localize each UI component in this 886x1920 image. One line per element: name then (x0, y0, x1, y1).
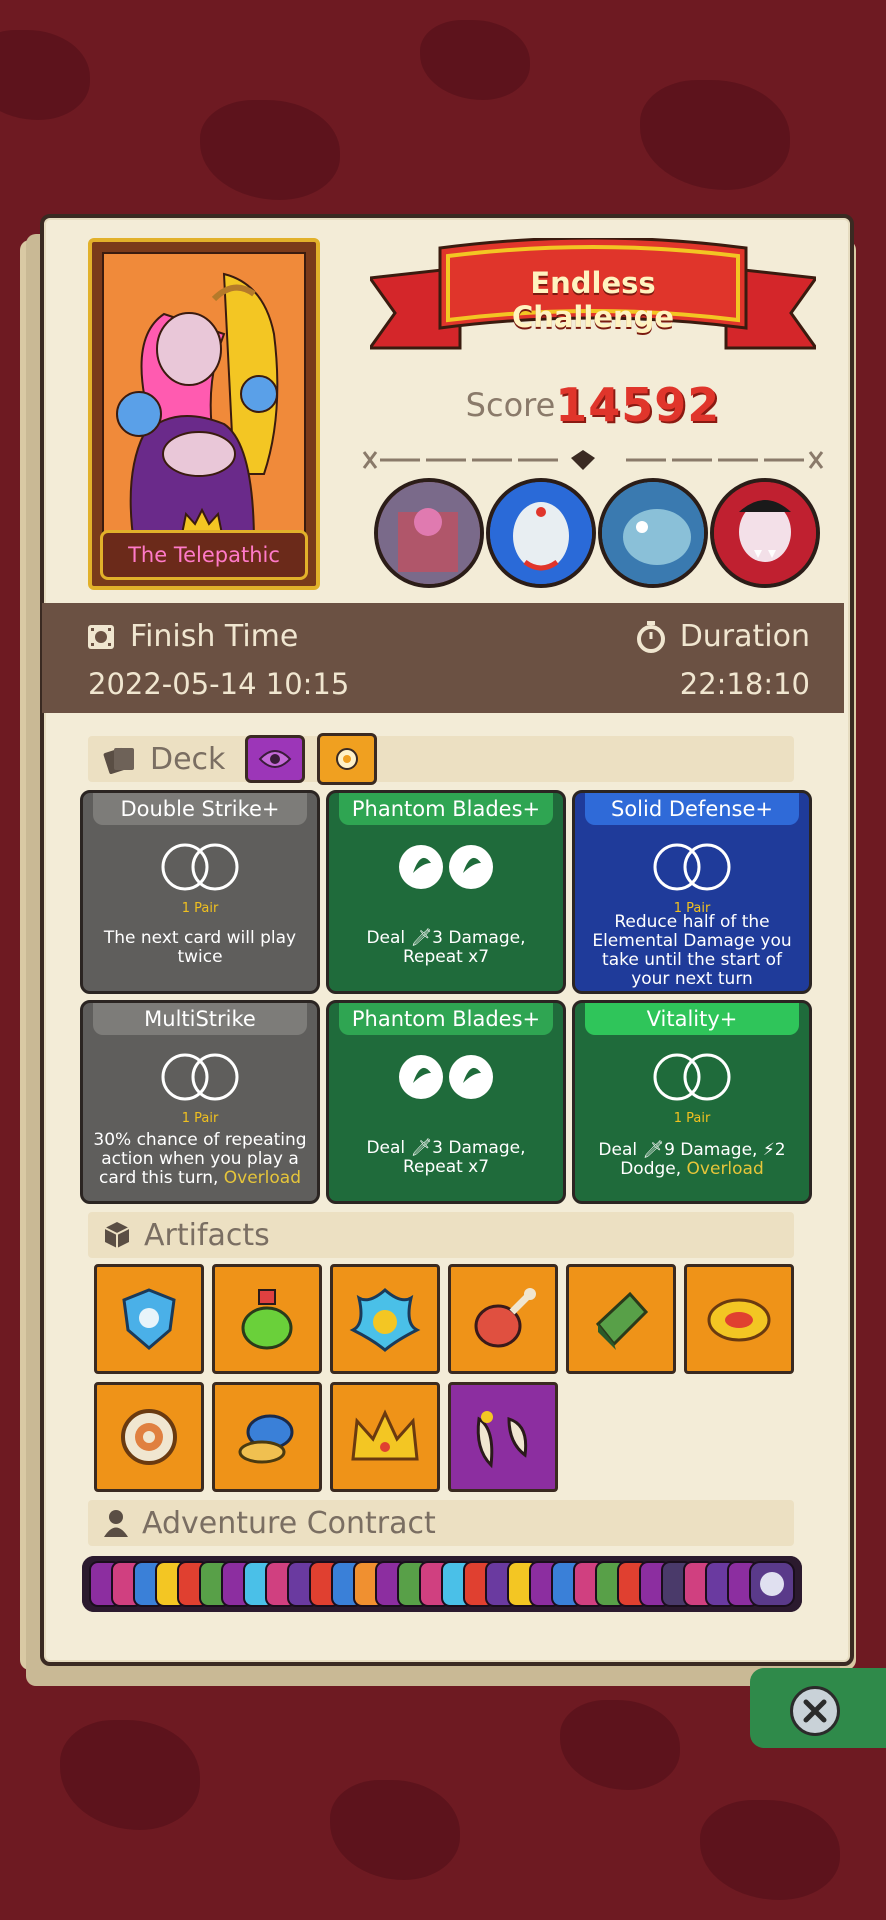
finish-info-band: Finish Time 2022-05-14 10:15 Duration 22… (42, 603, 844, 713)
card-title: Phantom Blades+ (339, 1003, 553, 1035)
card-energy-rings (83, 1051, 317, 1103)
duration-value: 22:18:10 (679, 667, 810, 701)
close-button[interactable] (790, 1686, 840, 1736)
card-description: The next card will play twice (103, 928, 297, 967)
card-description-block: 30% chance of repeating action when you … (89, 1131, 311, 1188)
stopwatch-icon (636, 620, 665, 653)
background-pattern (640, 80, 790, 190)
ring-icon (121, 1409, 177, 1465)
blue-mushroom-icon (238, 1414, 294, 1464)
deck-section-header: Deck (88, 733, 794, 785)
card-title: Phantom Blades+ (339, 793, 553, 825)
boss-portrait-4[interactable] (710, 478, 820, 588)
deck-card[interactable]: MultiStrike 1 Pair 30% chance of repeati… (80, 1000, 320, 1204)
duration-label-group: Duration (636, 619, 810, 654)
artifact-golden-wreath[interactable] (684, 1264, 794, 1374)
eye-glyph-icon (259, 750, 292, 768)
card-title: MultiStrike (93, 1003, 307, 1035)
card-title: Vitality+ (585, 1003, 799, 1035)
artifact-claws[interactable] (448, 1382, 558, 1492)
contract-label: Adventure Contract (142, 1505, 436, 1541)
card-description: Deal 🗡3 Damage, Repeat x7 (366, 1138, 526, 1177)
artifacts-section-header: Artifacts (88, 1212, 794, 1258)
green-brick-icon (595, 1291, 649, 1350)
artifact-flame-crest[interactable] (330, 1264, 440, 1374)
contract-section-header: Adventure Contract (88, 1500, 794, 1546)
card-pair: 1 Pair (181, 901, 219, 916)
background-pattern (700, 1800, 840, 1900)
score-value: 14592 (555, 378, 721, 432)
cube-icon (104, 1222, 130, 1248)
person-icon (104, 1510, 128, 1537)
claws-icon (476, 1411, 528, 1469)
card-energy-rings (329, 1051, 563, 1103)
artifact-mushroom[interactable] (212, 1382, 322, 1492)
boss-portrait-3[interactable] (598, 478, 708, 588)
background-pattern (200, 100, 340, 200)
golden-wreath-icon (707, 1298, 771, 1342)
boss-portrait-1[interactable] (374, 478, 484, 588)
contract-badge-strip[interactable] (82, 1556, 802, 1612)
artifact-potion[interactable] (212, 1264, 322, 1374)
deck-card[interactable]: Phantom Blades+ Deal 🗡3 Damage, Repeat x… (326, 1000, 566, 1204)
duration-label: Duration (679, 619, 810, 654)
deck-filter-purple-button[interactable] (245, 735, 306, 783)
boss-divider (362, 450, 824, 470)
finish-time-label-group: Finish Time (86, 619, 298, 654)
deck-card[interactable]: Solid Defense+ 1 Pair Reduce half of the… (572, 790, 812, 994)
artifact-ring[interactable] (94, 1382, 204, 1492)
card-energy-rings (575, 1051, 809, 1103)
card-energy-rings (329, 841, 563, 893)
film-icon (88, 624, 114, 649)
background-pattern (420, 20, 530, 100)
deck-card[interactable]: Vitality+ 1 Pair Deal 🗡9 Damage, ⚡2 Dodg… (572, 1000, 812, 1204)
blue-shield-icon (122, 1288, 176, 1350)
deck-card[interactable]: Double Strike+ 1 Pair The next card will… (80, 790, 320, 994)
character-name: The Telepathic (100, 530, 308, 580)
card-keyword: Overload (686, 1159, 764, 1179)
contract-badges (82, 1556, 802, 1612)
character-portrait: The Telepathic (88, 238, 320, 590)
card-description: Deal 🗡3 Damage, Repeat x7 (366, 928, 526, 967)
background-pattern (60, 1720, 200, 1830)
card-description-block: Deal 🗡9 Damage, ⚡2 Dodge, Overload (581, 1141, 803, 1179)
challenge-title: Endless Challenge (511, 266, 675, 334)
artifact-green-brick[interactable] (566, 1264, 676, 1374)
crown-icon (351, 1409, 419, 1461)
sun-swirl-icon (336, 748, 359, 770)
card-pair: 1 Pair (673, 1111, 711, 1126)
card-keyword: Overload (223, 1168, 302, 1188)
artifacts-label: Artifacts (144, 1217, 270, 1253)
deck-filter-orange-button[interactable] (317, 733, 378, 785)
green-potion-icon (241, 1289, 293, 1350)
blue-flame-crest-icon (349, 1288, 421, 1352)
card-title: Double Strike+ (93, 793, 307, 825)
deck-label: Deck (150, 741, 226, 777)
cards-icon (103, 747, 134, 774)
background-pattern (560, 1700, 680, 1790)
score-row: Score14592 (370, 378, 816, 432)
card-title: Solid Defense+ (585, 793, 799, 825)
card-pair: 1 Pair (181, 1111, 219, 1126)
close-icon (803, 1699, 827, 1723)
deck-card[interactable]: Phantom Blades+ Deal 🗡3 Damage, Repeat x… (326, 790, 566, 994)
background-pattern (330, 1780, 460, 1880)
background-pattern (0, 30, 90, 120)
artifact-crown[interactable] (330, 1382, 440, 1492)
artifact-shield[interactable] (94, 1264, 204, 1374)
artifact-meat[interactable] (448, 1264, 558, 1374)
finish-time-value: 2022-05-14 10:15 (88, 667, 350, 701)
meat-icon (474, 1288, 536, 1348)
card-description: Reduce half of the Elemental Damage you … (592, 912, 792, 989)
boss-portrait-2[interactable] (486, 478, 596, 588)
finish-time-label: Finish Time (130, 619, 299, 654)
score-label: Score (465, 386, 556, 424)
card-energy-rings (83, 841, 317, 893)
card-energy-rings (575, 841, 809, 893)
